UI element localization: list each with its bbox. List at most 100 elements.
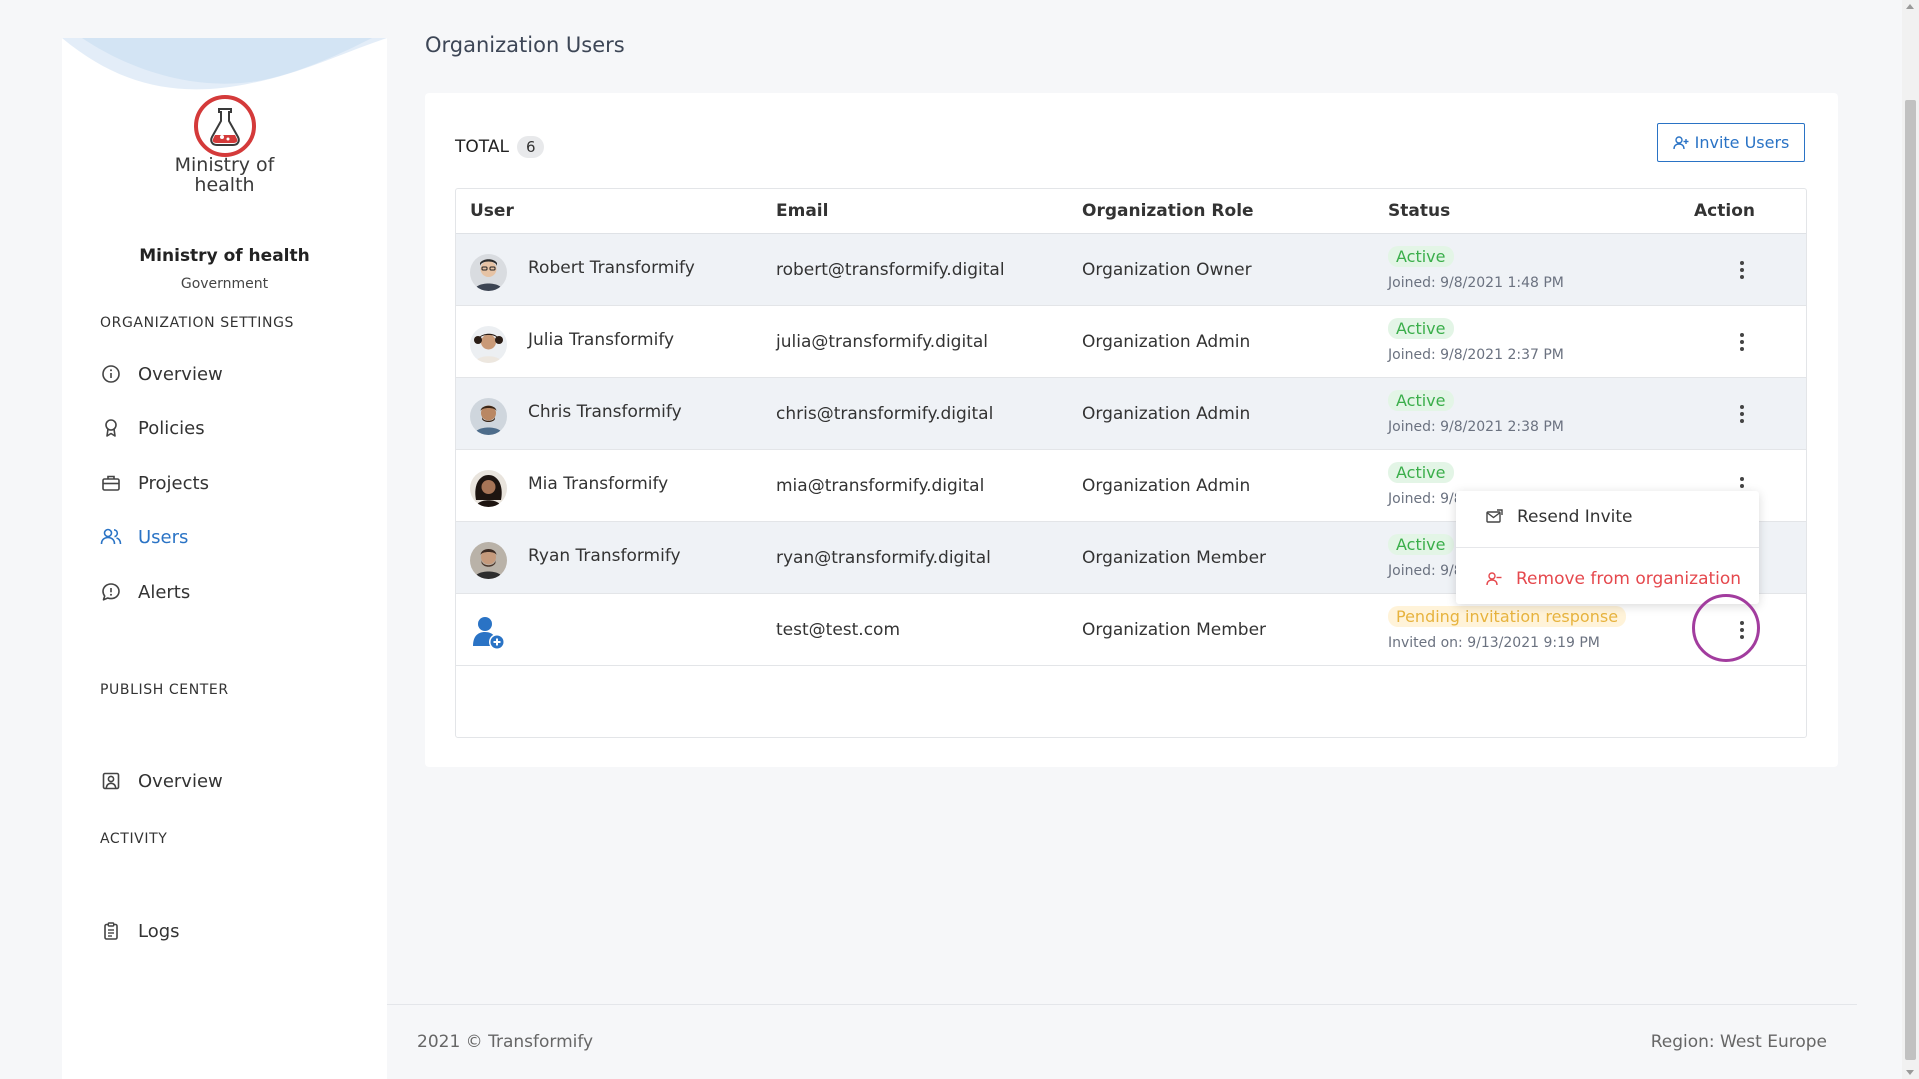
sidebar-item-label: Overview [138, 770, 223, 792]
remove-from-organization-label: Remove from organization [1516, 569, 1742, 589]
user-email: ryan@transformify.digital [776, 548, 991, 568]
sidebar: Ministry of health Ministry of health Go… [62, 38, 387, 1079]
status-date: Joined: 9/8 [1388, 491, 1463, 507]
user-email: chris@transformify.digital [776, 404, 994, 424]
column-header-action: Action [1694, 201, 1755, 221]
portrait-icon [100, 770, 122, 792]
pending-user-icon [470, 614, 507, 651]
sidebar-item-publish-overview[interactable]: Overview [100, 767, 223, 795]
avatar [470, 542, 507, 579]
menu-divider [1456, 547, 1759, 548]
table-row: test@test.com Organization Member Pendin… [456, 594, 1806, 666]
avatar [470, 326, 507, 363]
logo-text-line1: Ministry of [174, 154, 275, 176]
sidebar-item-projects[interactable]: Projects [100, 469, 209, 497]
column-header-status: Status [1388, 201, 1451, 221]
user-name: Ryan Transformify [528, 546, 681, 566]
sidebar-item-label: Policies [138, 417, 205, 439]
user-role: Organization Owner [1082, 260, 1252, 280]
sidebar-item-logs[interactable]: Logs [100, 917, 180, 945]
column-header-user: User [470, 201, 514, 221]
footer-region: Region: West Europe [1650, 1032, 1827, 1052]
resend-invite-label: Resend Invite [1517, 507, 1633, 527]
status-date: Joined: 9/8 [1388, 563, 1463, 579]
resend-invite-menu-item[interactable]: Resend Invite [1486, 507, 1633, 527]
status-badge: Active [1388, 318, 1454, 339]
mail-resend-icon [1486, 509, 1503, 525]
remove-from-organization-menu-item[interactable]: Remove from organization [1486, 569, 1741, 589]
scroll-down-icon[interactable] [1906, 1070, 1914, 1075]
sidebar-item-label: Alerts [138, 581, 191, 603]
status-badge: Active [1388, 462, 1454, 483]
table-row: Chris Transformify chris@transformify.di… [456, 378, 1806, 450]
users-card: TOTAL 6 Invite Users User Email Organiza… [425, 93, 1838, 767]
dot [1740, 333, 1744, 337]
sidebar-item-alerts[interactable]: Alerts [100, 578, 190, 606]
user-role: Organization Admin [1082, 476, 1251, 496]
logo-text-line2: health [194, 174, 255, 196]
remove-user-icon [1486, 571, 1502, 587]
scroll-up-icon[interactable] [1906, 4, 1914, 9]
user-role: Organization Admin [1082, 404, 1251, 424]
dot [1740, 261, 1744, 265]
column-header-role: Organization Role [1082, 201, 1254, 221]
clipboard-icon [100, 920, 122, 942]
sidebar-item-overview[interactable]: Overview [100, 360, 223, 388]
badge-icon [100, 417, 122, 439]
sidebar-item-label: Overview [138, 363, 223, 385]
section-title-organization-settings: ORGANIZATION SETTINGS [100, 315, 295, 331]
dot [1740, 268, 1744, 272]
org-name: Ministry of health [139, 246, 310, 266]
add-user-icon [1672, 135, 1689, 151]
invite-users-button[interactable]: Invite Users [1657, 123, 1805, 162]
status-date: Joined: 9/8/2021 2:38 PM [1388, 419, 1564, 435]
row-actions-button[interactable] [1731, 259, 1753, 281]
users-table: User Email Organization Role Status Acti… [455, 188, 1807, 738]
dot [1740, 275, 1744, 279]
page-title: Organization Users [425, 33, 625, 57]
users-icon [100, 526, 122, 548]
sidebar-item-label: Projects [138, 472, 209, 494]
section-title-publish-center: PUBLISH CENTER [100, 682, 229, 698]
section-title-activity: ACTIVITY [100, 831, 168, 847]
total-count: TOTAL 6 [455, 136, 545, 158]
dot [1740, 405, 1744, 409]
logo-text: Ministry of health [62, 155, 387, 195]
user-role: Organization Member [1082, 548, 1267, 568]
user-email: mia@transformify.digital [776, 476, 985, 496]
status-badge: Active [1388, 390, 1454, 411]
flask-logo-icon [193, 95, 256, 157]
dot [1740, 347, 1744, 351]
user-name: Robert Transformify [528, 258, 695, 278]
sidebar-item-users[interactable]: Users [100, 523, 188, 551]
table-row: Julia Transformify julia@transformify.di… [456, 306, 1806, 378]
row-actions-button[interactable] [1731, 403, 1753, 425]
sidebar-item-policies[interactable]: Policies [100, 414, 205, 442]
sidebar-item-label: Users [138, 526, 189, 548]
status-date: Joined: 9/8/2021 1:48 PM [1388, 275, 1564, 291]
status-badge: Pending invitation response [1388, 606, 1627, 627]
user-name: Chris Transformify [528, 402, 682, 422]
avatar [470, 254, 507, 291]
row-actions-menu: Resend Invite Remove from organization [1456, 491, 1759, 604]
org-logo: Ministry of health [62, 93, 387, 195]
user-role: Organization Member [1082, 620, 1267, 640]
dot [1740, 477, 1744, 481]
status-badge: Active [1388, 246, 1454, 267]
alert-bubble-icon [100, 581, 122, 603]
user-name: Julia Transformify [528, 330, 675, 350]
status-date: Joined: 9/8/2021 2:37 PM [1388, 347, 1564, 363]
invite-users-label: Invite Users [1694, 133, 1790, 152]
row-actions-button[interactable] [1731, 331, 1753, 353]
table-header: User Email Organization Role Status Acti… [456, 189, 1806, 234]
table-row: Robert Transformify robert@transformify.… [456, 234, 1806, 306]
dot [1740, 340, 1744, 344]
scrollbar-thumb[interactable] [1905, 100, 1916, 1060]
dot [1740, 419, 1744, 423]
user-email: julia@transformify.digital [776, 332, 988, 352]
highlight-ring [1692, 594, 1760, 662]
user-email: robert@transformify.digital [776, 260, 1005, 280]
dot [1740, 412, 1744, 416]
page-scrollbar[interactable] [1902, 0, 1919, 1079]
avatar [470, 398, 507, 435]
